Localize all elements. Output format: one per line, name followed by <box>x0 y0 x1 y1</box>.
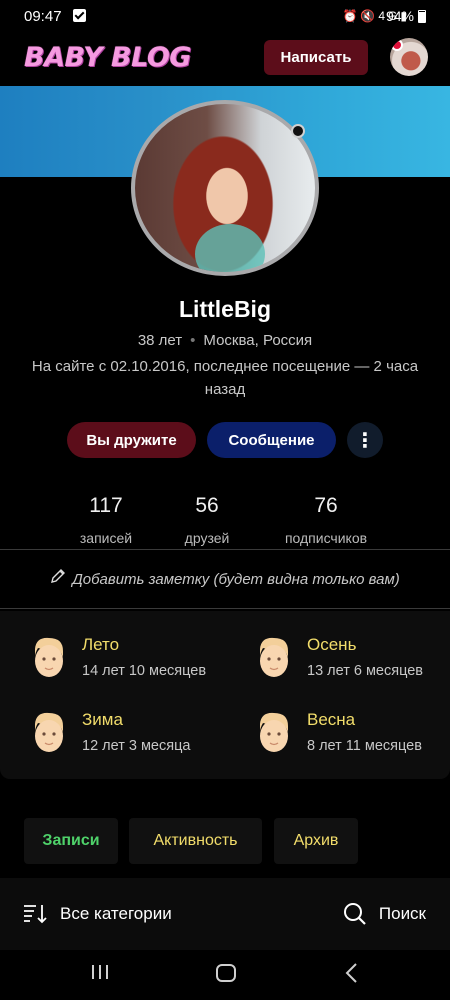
profile-since: На сайте с 02.10.2016, последнее посещен… <box>31 358 419 398</box>
search-icon <box>343 903 366 925</box>
divider <box>0 549 450 550</box>
online-status-dot <box>291 124 305 138</box>
stat-label: друзей <box>184 530 230 546</box>
child-name: Зима <box>82 710 123 729</box>
write-post-button[interactable]: Написать <box>264 40 368 75</box>
system-nav-bar <box>0 950 450 1000</box>
child-age: 8 лет 11 месяцев <box>307 738 422 754</box>
child-name: Осень <box>307 635 357 654</box>
child-name: Весна <box>307 710 356 729</box>
stat-subscribers[interactable]: 76 подписчиков <box>266 494 386 546</box>
filter-bar: Все категории Поиск <box>0 878 450 950</box>
app-logo[interactable]: BABY BLOG <box>24 42 191 73</box>
recents-icon[interactable] <box>90 962 110 982</box>
add-note-link[interactable]: Добавить заметку (будет видна только вам… <box>0 568 450 588</box>
pencil-icon <box>50 568 66 588</box>
back-icon[interactable] <box>344 962 360 984</box>
child-age: 12 лет 3 месяца <box>82 738 191 754</box>
content-tabs: Записи Активность Архив <box>0 818 450 864</box>
add-note-label: Добавить заметку (будет видна только вам… <box>72 571 400 588</box>
search-label: Поиск <box>378 904 426 923</box>
battery-percent: 94% <box>385 8 414 24</box>
stat-friends[interactable]: 56 друзей <box>157 494 257 546</box>
child-name: Лето <box>82 635 120 654</box>
check-icon <box>73 9 86 22</box>
stat-value: 117 <box>89 494 123 517</box>
profile-age: 38 лет <box>137 332 183 349</box>
message-button[interactable]: Сообщение <box>207 422 336 458</box>
child-face-icon <box>35 712 63 752</box>
tab-archive[interactable]: Архив <box>274 818 358 864</box>
battery-icon <box>418 10 426 23</box>
user-avatar[interactable] <box>390 38 428 76</box>
categories-label: Все категории <box>60 904 172 923</box>
search-button[interactable]: Поиск <box>343 902 426 926</box>
child-item[interactable]: Лето 14 лет 10 месяцев <box>30 635 230 695</box>
profile-meta: 38 лет • Москва, Россия <box>0 332 450 349</box>
child-age: 14 лет 10 месяцев <box>82 663 207 679</box>
profile-location: Москва, Россия <box>203 332 313 349</box>
profile-photo[interactable] <box>131 100 319 276</box>
stat-value: 56 <box>195 494 219 517</box>
categories-filter[interactable]: Все категории <box>22 902 172 926</box>
alarm-icon: ⏰ <box>342 9 361 23</box>
profile-actions: Вы дружите Сообщение ⋮ <box>0 422 450 460</box>
tab-posts[interactable]: Записи <box>24 818 118 864</box>
meta-separator: • <box>190 332 196 349</box>
child-face-icon <box>35 637 63 677</box>
divider <box>0 608 450 609</box>
child-item[interactable]: Весна 8 лет 11 месяцев <box>255 710 450 770</box>
child-face-icon <box>260 637 288 677</box>
home-icon[interactable] <box>215 962 237 984</box>
profile-username: LittleBig <box>179 296 271 322</box>
child-item[interactable]: Осень 13 лет 6 месяцев <box>255 635 450 695</box>
tab-activity[interactable]: Активность <box>129 818 262 864</box>
child-face-icon <box>260 712 288 752</box>
app-bar: BABY BLOG Написать <box>0 34 450 86</box>
stat-value: 76 <box>314 494 338 517</box>
stat-posts[interactable]: 117 записей <box>56 494 156 546</box>
notification-dot <box>391 39 403 51</box>
more-vertical-icon[interactable]: ⋮ <box>347 422 383 458</box>
friends-button[interactable]: Вы дружите <box>67 422 196 458</box>
sort-icon <box>24 905 47 924</box>
status-bar: 09:47 ⏰🔇4G▮ 94% <box>0 0 450 34</box>
stat-label: подписчиков <box>284 530 368 546</box>
children-list: Лето 14 лет 10 месяцев Осень 13 лет 6 ме… <box>0 611 450 779</box>
child-age: 13 лет 6 месяцев <box>307 663 424 679</box>
stat-label: записей <box>79 530 133 546</box>
photo-detail <box>195 224 265 272</box>
mute-icon: 🔇 <box>360 9 379 23</box>
child-item[interactable]: Зима 12 лет 3 месяца <box>30 710 230 770</box>
status-time: 09:47 <box>24 8 62 25</box>
